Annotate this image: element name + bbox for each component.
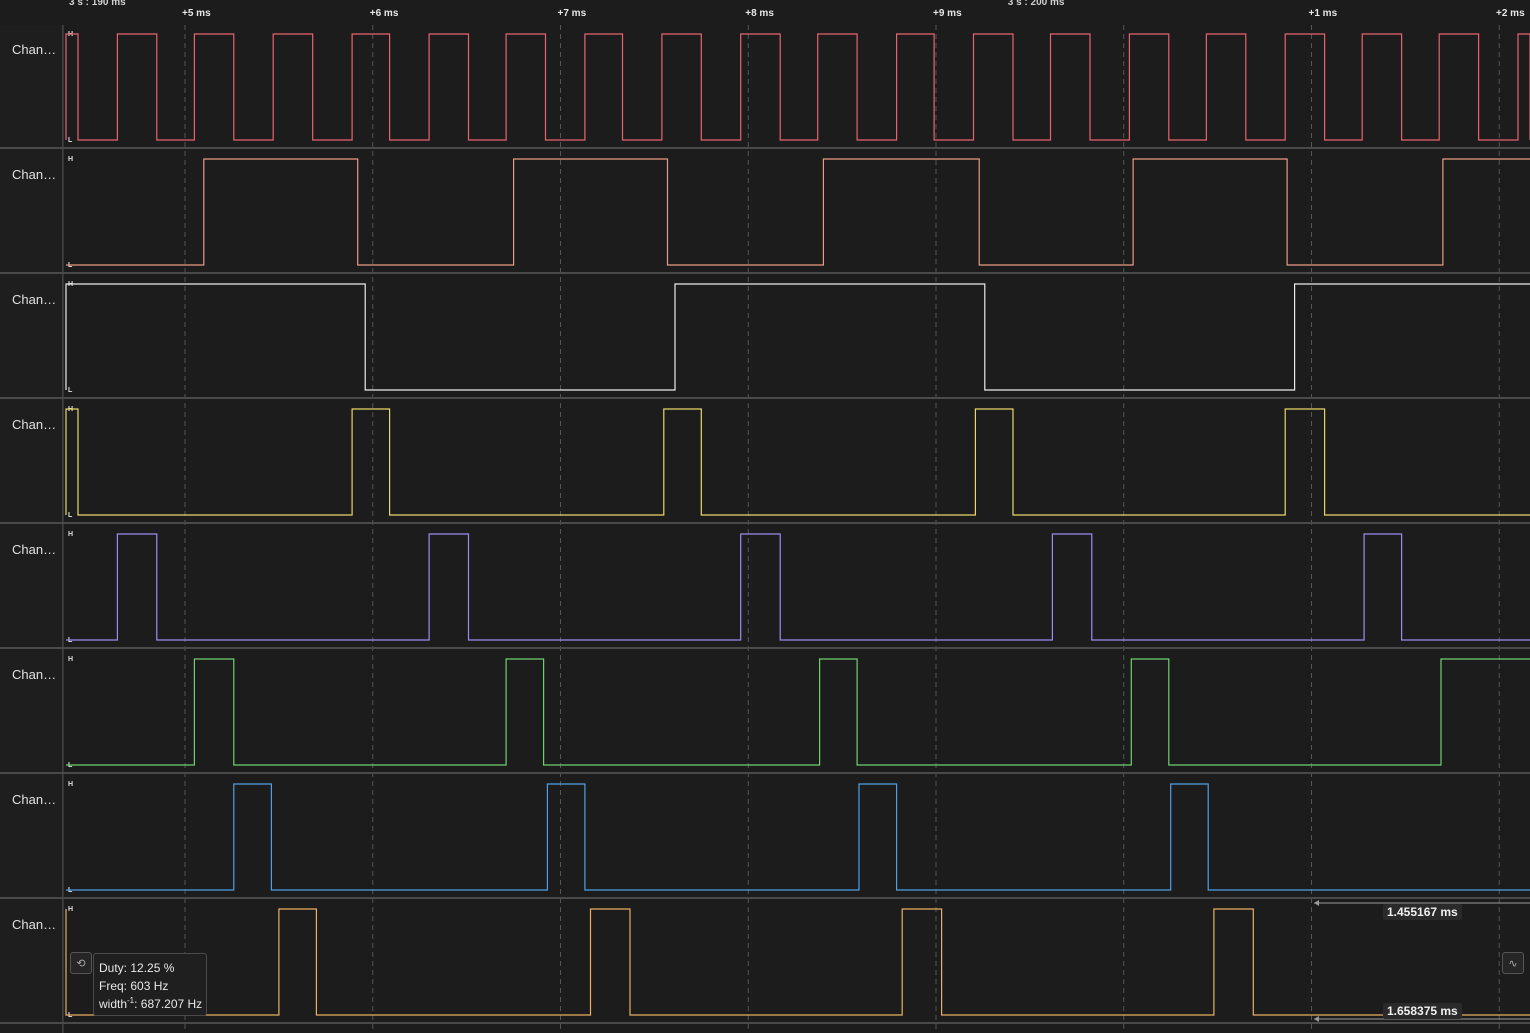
high-level-marker: H [68,906,73,913]
pulse-measure-icon[interactable]: ∿ [1502,952,1524,974]
channel-waveform[interactable] [65,283,1530,391]
channel-waveform[interactable] [66,783,1530,891]
width-arrow-icon [1314,1016,1319,1022]
freq-readout: Freq: 603 Hz [99,979,169,993]
waveform-area[interactable]: HLHLHLHLHLHLHLHL [0,0,1530,1033]
duty-readout: Duty: 12.25 % [99,961,175,975]
high-level-marker: H [68,531,73,538]
channel-waveform[interactable] [65,33,1530,141]
low-level-marker: L [68,137,73,144]
width-prefix: width [99,997,128,1011]
channel-waveform[interactable] [65,408,1530,516]
channel-waveform[interactable] [65,908,1530,1016]
width-value: : 687.207 Hz [134,997,203,1011]
channel-waveform[interactable] [66,658,1530,766]
channel-waveform[interactable] [66,533,1530,641]
channel-waveform[interactable] [66,158,1530,266]
high-level-marker: H [68,156,73,163]
measurement-tooltip: Duty: 12.25 % Freq: 603 Hz width-1: 687.… [93,953,207,1016]
period-measurement-label: 1.455167 ms [1383,904,1462,920]
low-level-marker: L [68,512,73,519]
high-level-marker: H [68,656,73,663]
low-level-marker: L [68,387,73,394]
high-level-marker: H [68,781,73,788]
width-readout: width-1: 687.207 Hz [99,995,206,1013]
edge-measure-icon[interactable]: ⟲ [70,952,92,974]
width-measurement-label: 1.658375 ms [1383,1003,1462,1019]
period-arrow-icon [1314,900,1319,906]
